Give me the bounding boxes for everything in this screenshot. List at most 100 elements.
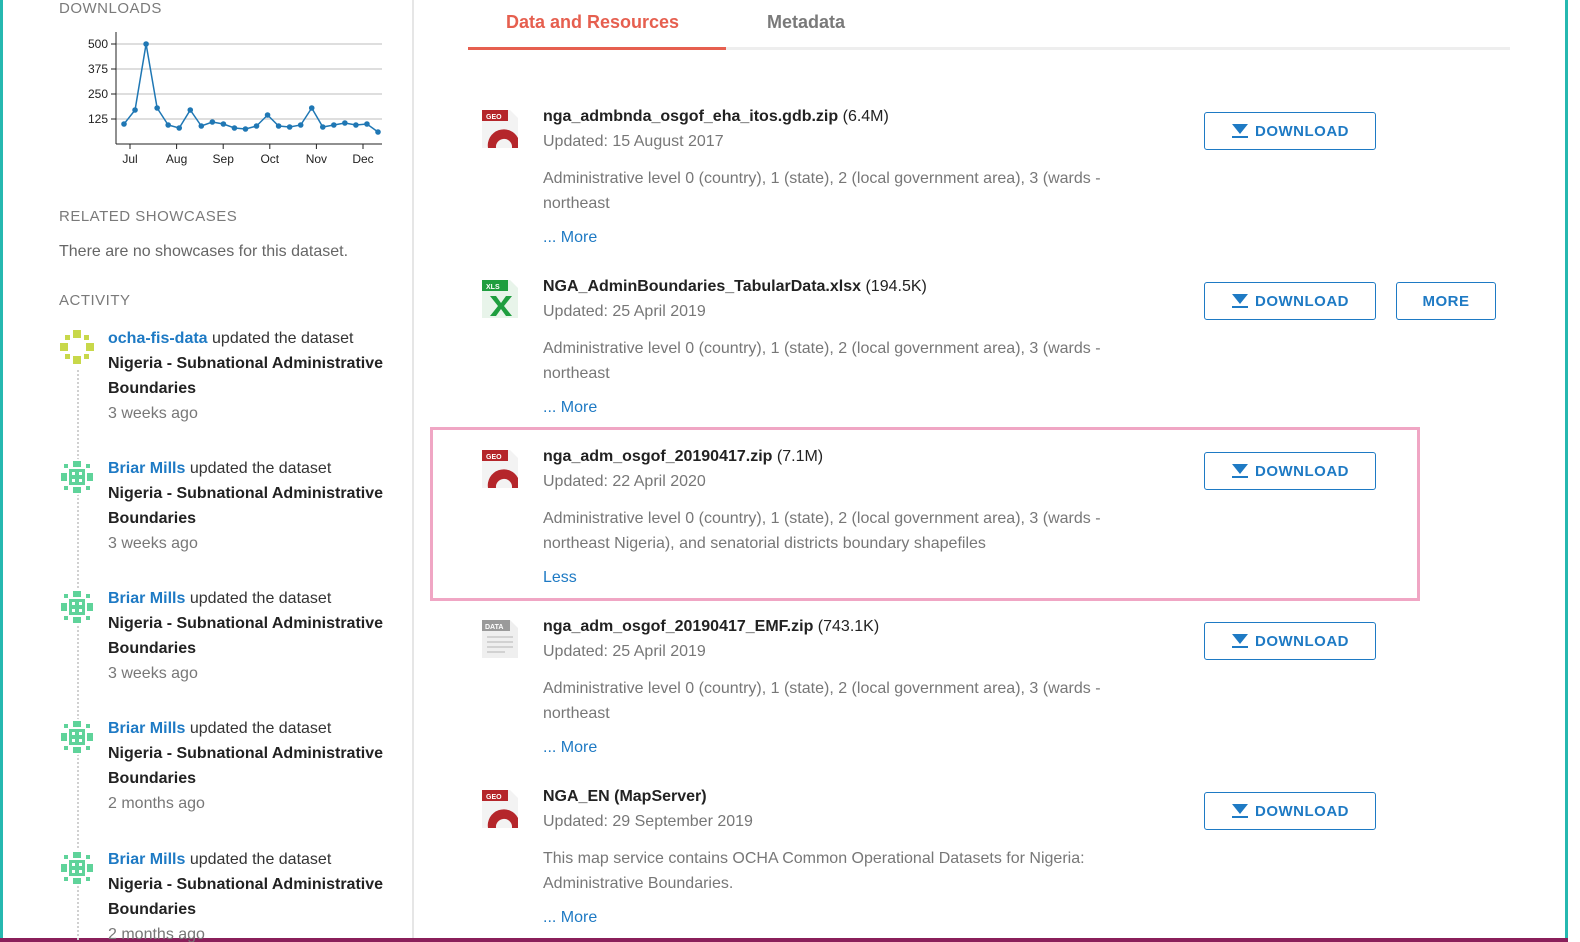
svg-text:GEO: GEO bbox=[486, 794, 502, 801]
resource-size: (743.1K) bbox=[817, 618, 880, 635]
chart-data-point bbox=[375, 129, 381, 135]
downloads-chart: 125 250 375 500 Jul Aug Sep Oct Nov Dec bbox=[88, 32, 382, 166]
download-button[interactable]: DOWNLOAD bbox=[1204, 452, 1376, 490]
download-button-label: DOWNLOAD bbox=[1255, 462, 1349, 480]
svg-text:GEO: GEO bbox=[486, 454, 502, 461]
download-button[interactable]: DOWNLOAD bbox=[1204, 622, 1376, 660]
resource-description: Administrative level 0 (country), 1 (sta… bbox=[543, 170, 1101, 212]
related-showcases-heading: RELATED SHOWCASES bbox=[59, 208, 238, 225]
resource-updated: Updated: 25 April 2019 bbox=[543, 643, 706, 660]
download-arrow-icon bbox=[1232, 124, 1248, 138]
activity-action: updated the dataset bbox=[189, 460, 332, 477]
avatar-icon bbox=[59, 329, 95, 365]
download-button[interactable]: DOWNLOAD bbox=[1204, 282, 1376, 320]
activity-dataset-name: Nigeria - Subnational Administrative Bou… bbox=[108, 615, 384, 657]
chart-data-point bbox=[121, 121, 127, 127]
activity-dataset-name: Nigeria - Subnational Administrative Bou… bbox=[108, 355, 384, 397]
activity-time: 2 months ago bbox=[108, 926, 205, 942]
download-arrow-icon bbox=[1232, 294, 1248, 308]
resource-description: This map service contains OCHA Common Op… bbox=[543, 850, 1085, 892]
download-button-label: DOWNLOAD bbox=[1255, 122, 1349, 140]
more-link[interactable]: ... More bbox=[543, 739, 597, 757]
chart-data-point bbox=[264, 112, 271, 118]
chart-data-point bbox=[242, 126, 249, 132]
activity-action: updated the dataset bbox=[189, 851, 332, 868]
resource-updated: Updated: 25 April 2019 bbox=[543, 303, 706, 320]
svg-text:GEO: GEO bbox=[486, 114, 502, 121]
svg-text:XLS: XLS bbox=[486, 284, 500, 291]
chart-data-point bbox=[143, 41, 149, 47]
active-tab-indicator bbox=[468, 47, 726, 50]
download-button-label: DOWNLOAD bbox=[1255, 802, 1349, 820]
avatar-icon bbox=[59, 459, 95, 495]
xls-file-icon: XLS bbox=[482, 280, 518, 318]
tab-data-and-resources[interactable]: Data and Resources bbox=[506, 12, 679, 33]
activity-time: 3 weeks ago bbox=[108, 405, 198, 422]
activity-time: 2 months ago bbox=[108, 795, 205, 812]
more-link[interactable]: ... More bbox=[543, 399, 597, 417]
download-button-label: DOWNLOAD bbox=[1255, 292, 1349, 310]
resource-size: (7.1M) bbox=[776, 448, 824, 465]
resource-updated: Updated: 29 September 2019 bbox=[543, 813, 753, 830]
chart-data-point bbox=[286, 124, 293, 130]
more-button[interactable]: MORE bbox=[1396, 282, 1496, 320]
chart-data-point bbox=[364, 121, 370, 127]
resource-name: nga_adm_osgof_20190417_EMF.zip (743.1K) bbox=[543, 618, 880, 635]
chart-data-point bbox=[176, 125, 183, 131]
geo-file-icon: GEO bbox=[482, 790, 518, 828]
activity-user-link[interactable]: Briar Mills bbox=[108, 460, 185, 477]
chart-x-tick-label: Jul bbox=[122, 152, 137, 166]
chart-data-point bbox=[353, 122, 359, 128]
svg-text:DATA: DATA bbox=[485, 624, 503, 631]
activity-user-link[interactable]: Briar Mills bbox=[108, 590, 185, 607]
avatar-icon bbox=[59, 589, 95, 625]
tab-metadata[interactable]: Metadata bbox=[767, 12, 845, 33]
resource-name: NGA_AdminBoundaries_TabularData.xlsx (19… bbox=[543, 278, 927, 295]
activity-dataset-name: Nigeria - Subnational Administrative Bou… bbox=[108, 876, 384, 918]
chart-data-point bbox=[165, 122, 171, 128]
window-frame-left bbox=[0, 0, 3, 942]
chart-data-point bbox=[198, 123, 205, 129]
chart-y-tick-label: 375 bbox=[88, 62, 108, 76]
resource-name: nga_admbnda_osgof_eha_itos.gdb.zip (6.4M… bbox=[543, 108, 889, 125]
activity-action: updated the dataset bbox=[212, 330, 354, 347]
data-file-icon: DATA bbox=[482, 620, 518, 658]
chart-data-point bbox=[209, 119, 216, 125]
activity-time: 3 weeks ago bbox=[108, 665, 198, 682]
resource-size: (6.4M) bbox=[842, 108, 889, 125]
download-button[interactable]: DOWNLOAD bbox=[1204, 792, 1376, 830]
chart-y-tick-label: 500 bbox=[88, 37, 108, 51]
chart-data-point bbox=[253, 123, 260, 129]
activity-action: updated the dataset bbox=[189, 720, 332, 737]
activity-user-link[interactable]: ocha-fis-data bbox=[108, 330, 208, 347]
window-frame-right bbox=[1565, 0, 1568, 942]
sidebar-divider bbox=[412, 0, 414, 938]
chart-x-tick-label: Oct bbox=[260, 152, 279, 166]
activity-heading: ACTIVITY bbox=[59, 292, 131, 309]
resource-name: NGA_EN (MapServer) bbox=[543, 788, 707, 805]
activity-user-link[interactable]: Briar Mills bbox=[108, 851, 185, 868]
chart-y-tick-label: 125 bbox=[88, 112, 108, 126]
activity-user-link[interactable]: Briar Mills bbox=[108, 720, 185, 737]
no-showcases-message: There are no showcases for this dataset. bbox=[59, 243, 349, 260]
download-arrow-icon bbox=[1232, 464, 1248, 478]
more-link[interactable]: ... More bbox=[543, 909, 597, 927]
chart-data-point bbox=[187, 107, 194, 113]
geo-file-icon: GEO bbox=[482, 450, 518, 488]
chart-data-point bbox=[154, 105, 160, 111]
chart-data-point bbox=[308, 105, 315, 111]
chart-x-tick-label: Dec bbox=[352, 152, 373, 166]
less-link[interactable]: Less bbox=[543, 569, 577, 587]
resource-description: Administrative level 0 (country), 1 (sta… bbox=[543, 510, 1101, 552]
chart-data-point bbox=[132, 107, 138, 113]
download-button-label: DOWNLOAD bbox=[1255, 632, 1349, 650]
resource-size: (194.5K) bbox=[865, 278, 927, 295]
more-link[interactable]: ... More bbox=[543, 229, 597, 247]
chart-x-tick-label: Nov bbox=[306, 152, 327, 166]
download-arrow-icon bbox=[1232, 634, 1248, 648]
activity-time: 3 weeks ago bbox=[108, 535, 198, 552]
download-button[interactable]: DOWNLOAD bbox=[1204, 112, 1376, 150]
chart-data-point bbox=[231, 125, 238, 131]
activity-dataset-name: Nigeria - Subnational Administrative Bou… bbox=[108, 745, 384, 787]
resource-name: nga_adm_osgof_20190417.zip (7.1M) bbox=[543, 448, 824, 465]
